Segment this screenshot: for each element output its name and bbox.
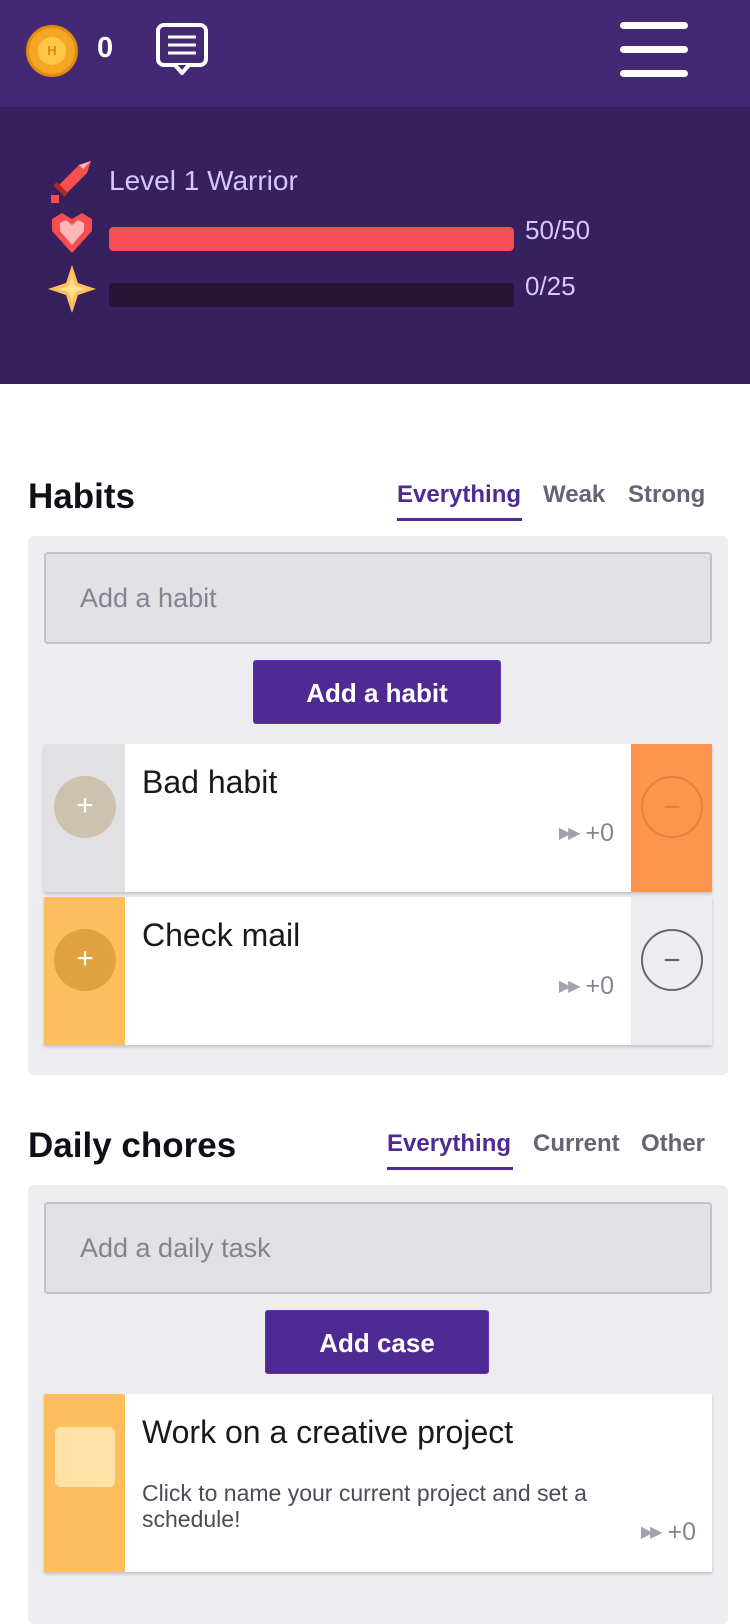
daily-streak: ▶▶ +0 <box>640 1518 696 1546</box>
stats-header: Level 1 Warrior 50/50 0/25 <box>0 107 750 384</box>
plus-button[interactable]: + <box>54 929 116 991</box>
dailies-panel: Add a daily task Add case Work on a crea… <box>28 1185 728 1624</box>
habit-item-check-mail[interactable]: + Check mail ▶▶ +0 − <box>44 897 712 1045</box>
daily-checkbox[interactable] <box>55 1427 115 1487</box>
habit-minus-area: − <box>631 897 712 1045</box>
dailies-filter-other[interactable]: Other <box>641 1130 705 1158</box>
top-bar: H 0 <box>0 0 750 107</box>
health-bar <box>109 227 514 251</box>
chat-bubble-icon[interactable] <box>155 22 209 76</box>
gold-count: 0 <box>97 32 114 64</box>
daily-note: Click to name your current project and s… <box>142 1480 587 1532</box>
daily-item-creative-project[interactable]: Work on a creative project Click to name… <box>44 1394 712 1572</box>
dailies-filter-underline <box>387 1167 513 1170</box>
habits-filter-everything[interactable]: Everything <box>397 481 521 509</box>
streak-arrows-icon: ▶▶ <box>558 825 581 842</box>
habits-filter-underline <box>397 518 522 521</box>
add-habit-input[interactable]: Add a habit <box>44 552 712 644</box>
dailies-filter-everything[interactable]: Everything <box>387 1130 511 1158</box>
star-icon <box>48 265 96 313</box>
dailies-title: Daily chores <box>28 1126 237 1165</box>
hamburger-menu-icon[interactable] <box>620 22 688 77</box>
habit-item-bad-habit[interactable]: + Bad habit ▶▶ +0 − <box>44 744 712 892</box>
add-daily-button[interactable]: Add case <box>265 1310 489 1374</box>
minus-button[interactable]: − <box>641 776 703 838</box>
add-habit-button[interactable]: Add a habit <box>253 660 501 724</box>
habit-streak: ▶▶ +0 <box>558 819 614 847</box>
experience-bar <box>109 283 514 307</box>
health-bar-fill <box>109 227 514 251</box>
streak-arrows-icon: ▶▶ <box>640 1524 663 1541</box>
habit-title: Bad habit <box>142 764 278 800</box>
sword-icon <box>51 161 91 203</box>
habit-plus-area: + <box>44 897 125 1045</box>
health-value: 50/50 <box>525 215 591 245</box>
gold-coin-icon: H <box>26 25 78 77</box>
daily-title: Work on a creative project <box>142 1414 514 1450</box>
dailies-filter-current[interactable]: Current <box>533 1130 620 1158</box>
plus-button[interactable]: + <box>54 776 116 838</box>
habit-minus-area: − <box>631 744 712 892</box>
habit-plus-area: + <box>44 744 125 892</box>
habits-filter-strong[interactable]: Strong <box>628 481 705 509</box>
habits-title: Habits <box>28 477 135 516</box>
add-daily-input[interactable]: Add a daily task <box>44 1202 712 1294</box>
habit-streak: ▶▶ +0 <box>558 972 614 1000</box>
minus-button[interactable]: − <box>641 929 703 991</box>
experience-value: 0/25 <box>525 271 576 301</box>
level-label: Level 1 Warrior <box>109 165 298 196</box>
habit-title: Check mail <box>142 917 301 953</box>
daily-check-area <box>44 1394 125 1572</box>
streak-arrows-icon: ▶▶ <box>558 978 581 995</box>
heart-icon <box>52 213 92 253</box>
habits-panel: Add a habit Add a habit + Bad habit ▶▶ +0… <box>28 536 728 1075</box>
habits-filter-weak[interactable]: Weak <box>543 481 605 509</box>
